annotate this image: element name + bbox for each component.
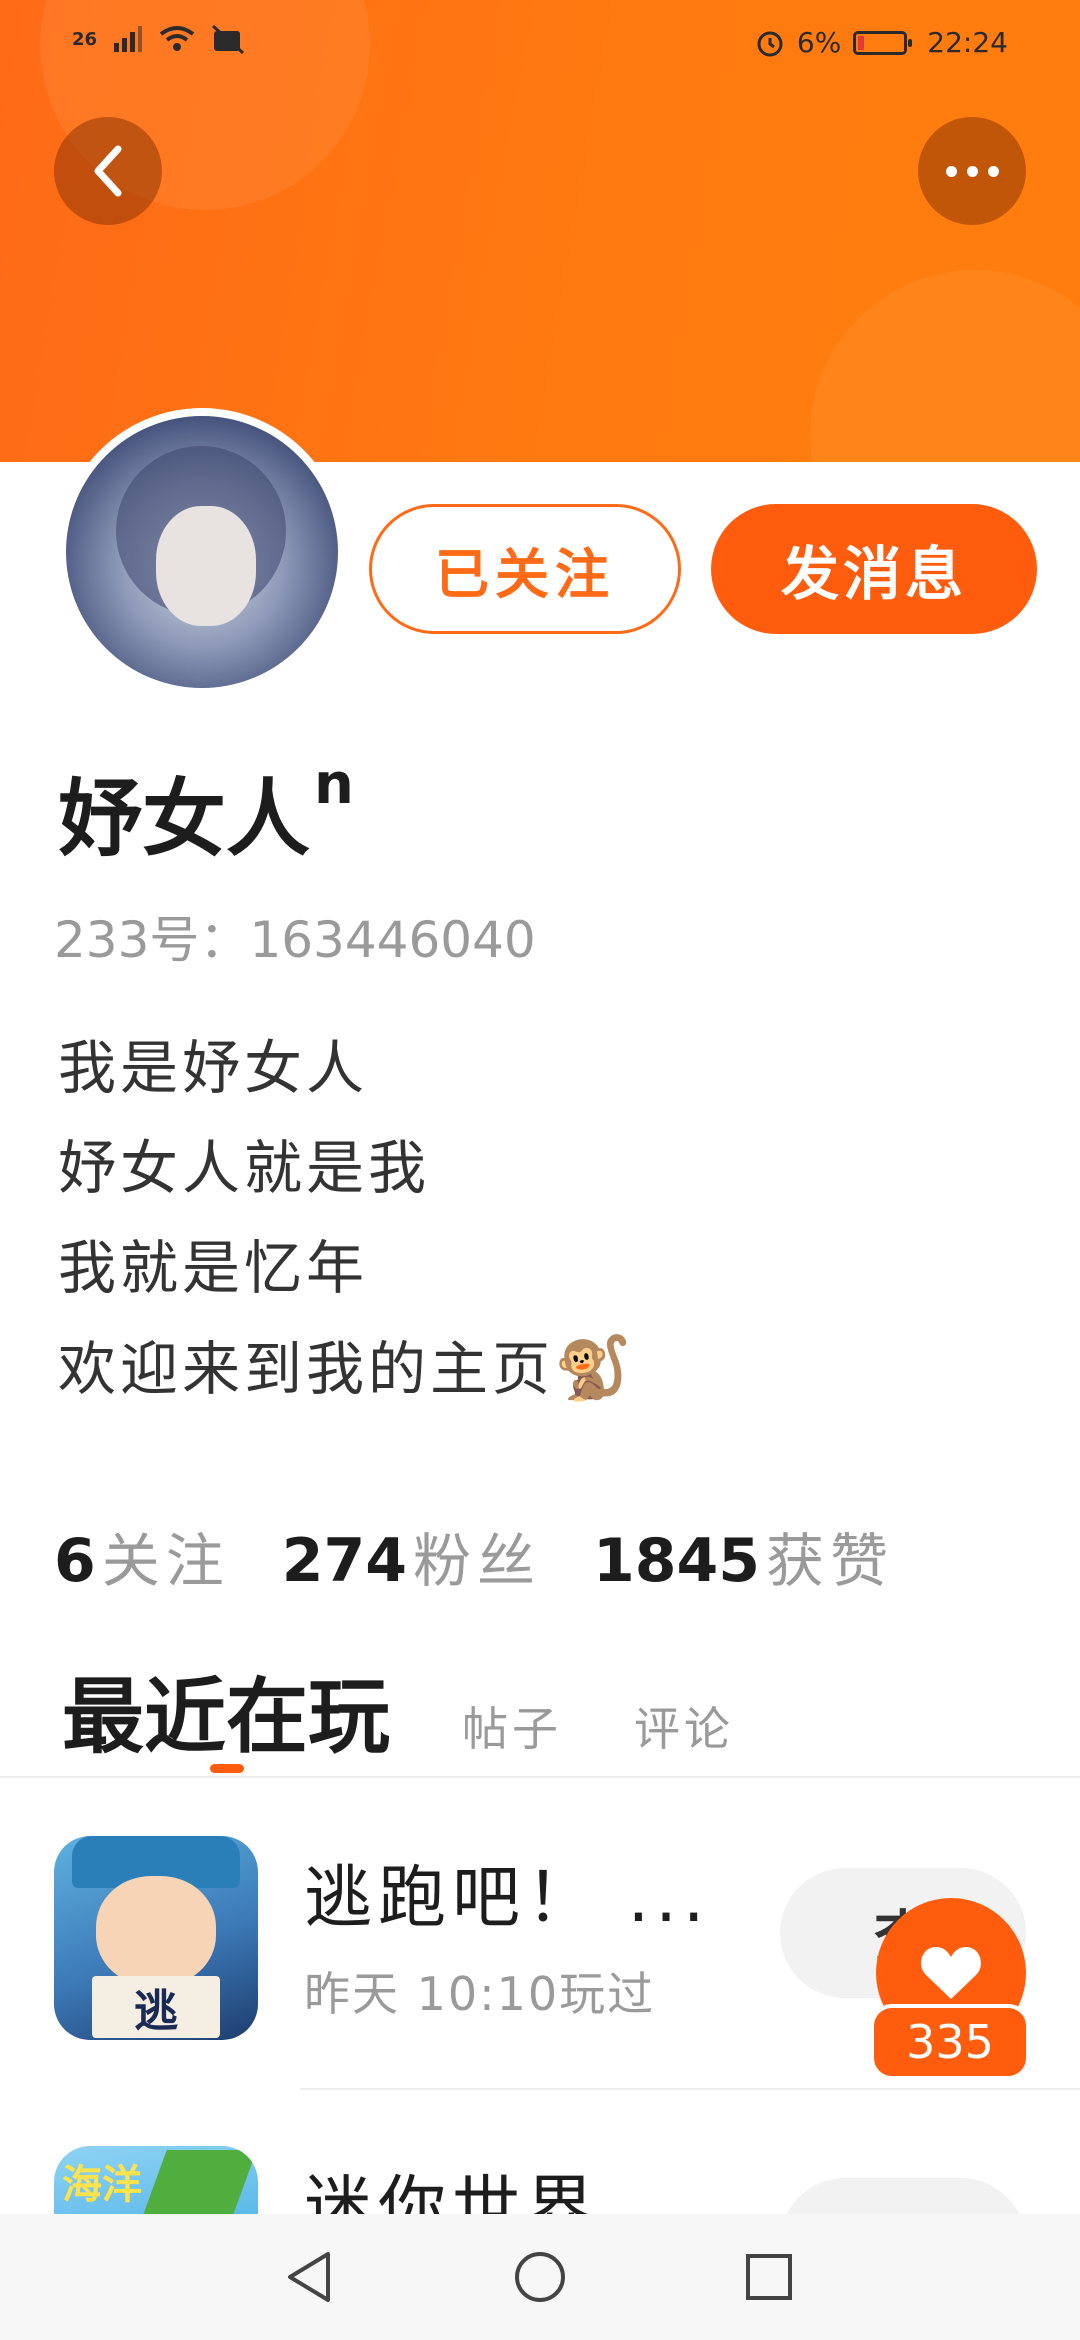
avatar[interactable] <box>58 408 346 696</box>
stat-value: 274 <box>281 1526 408 1596</box>
divider <box>0 1776 1080 1778</box>
bio-line: 妤女人就是我 <box>58 1134 431 1202</box>
nav-back-button[interactable] <box>276 2244 342 2310</box>
like-count: 335 <box>870 2004 1030 2080</box>
game-icon-text: 海洋 <box>62 2162 142 2208</box>
game-last-played: 昨天 10:10玩过 <box>304 1967 656 2021</box>
bio-line: 欢迎来到我的主页 <box>58 1335 555 1403</box>
system-navigation-bar <box>0 2214 1080 2340</box>
network-type: 26 <box>72 28 98 50</box>
username-suffix: n <box>314 752 354 817</box>
notifications-off-icon <box>212 24 245 54</box>
chevron-left-icon <box>94 145 122 197</box>
more-horizontal-icon <box>945 165 999 177</box>
send-message-button[interactable]: 发消息 <box>711 504 1037 634</box>
status-left: 26 <box>72 24 245 54</box>
monkey-emoji-icon: 🐒 <box>554 1331 636 1404</box>
more-button[interactable] <box>918 117 1026 225</box>
heart-icon <box>921 1947 981 1999</box>
nav-recents-button[interactable] <box>736 2244 802 2310</box>
username-text: 妤女人 <box>58 770 311 868</box>
clock: 22:24 <box>927 26 1008 59</box>
user-id-value: 163446040 <box>249 911 536 969</box>
game-title: 逃跑吧！ ... <box>304 1859 711 1938</box>
signal-icon <box>114 26 143 52</box>
triangle-back-icon <box>288 2252 330 2302</box>
stat-followers[interactable]: 274 粉丝 <box>282 1514 541 1598</box>
stat-label: 关注 <box>101 1527 230 1595</box>
square-recents-icon <box>746 2254 792 2300</box>
tab-posts[interactable]: 帖子 <box>462 1693 562 1759</box>
stats-bar: 6 关注 274 粉丝 1845 获赞 <box>54 1514 894 1598</box>
alarm-icon <box>757 31 783 56</box>
nav-home-button[interactable] <box>507 2244 573 2310</box>
profile-tabs: 最近在玩 帖子 评论 <box>62 1650 734 1773</box>
bio: 我是妤女人 妤女人就是我 我就是忆年 欢迎来到我的主页🐒 <box>58 1018 635 1419</box>
bio-line-last: 欢迎来到我的主页🐒 <box>58 1318 635 1419</box>
circle-home-icon <box>515 2252 565 2302</box>
stat-label: 获赞 <box>766 1527 895 1595</box>
battery-percent: 6% <box>796 26 842 59</box>
game-icon: 逃 <box>54 1836 258 2040</box>
status-right: 6% 22:24 <box>755 26 1008 59</box>
stat-value: 6 <box>54 1526 96 1596</box>
tab-comments[interactable]: 评论 <box>634 1693 734 1759</box>
stat-label: 粉丝 <box>413 1527 542 1595</box>
user-id-label: 233号： <box>54 911 250 969</box>
tab-recently-played[interactable]: 最近在玩 <box>62 1650 390 1773</box>
avatar-image <box>66 416 338 688</box>
wifi-icon <box>159 26 195 51</box>
stat-following[interactable]: 6 关注 <box>54 1514 230 1598</box>
banner-decoration <box>810 270 1080 462</box>
username: 妤女人n <box>58 752 354 873</box>
bio-line: 我是妤女人 <box>58 1034 369 1102</box>
bio-line: 我就是忆年 <box>58 1234 369 1302</box>
status-bar: 26 6% 22:24 <box>0 0 1080 90</box>
stat-value: 1845 <box>593 1526 761 1596</box>
battery-icon <box>853 30 913 55</box>
stat-likes[interactable]: 1845 获赞 <box>593 1514 894 1598</box>
back-button[interactable] <box>54 117 162 225</box>
followed-button[interactable]: 已关注 <box>369 504 681 634</box>
game-icon-text: 逃 <box>92 1976 220 2038</box>
user-id[interactable]: 233号：163446040 <box>54 900 536 972</box>
